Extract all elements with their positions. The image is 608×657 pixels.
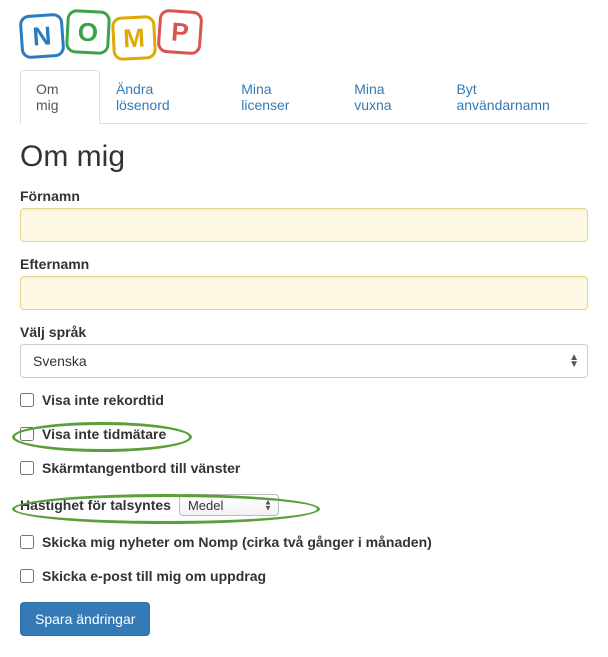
logo: N O M P	[20, 10, 588, 64]
tab-andra-losenord[interactable]: Ändra lösenord	[100, 70, 225, 124]
save-button[interactable]: Spara ändringar	[20, 602, 150, 636]
logo-letter-n: N	[19, 13, 66, 60]
tab-om-mig[interactable]: Om mig	[20, 70, 100, 124]
hide-record-checkbox[interactable]	[20, 393, 34, 407]
lastname-label: Efternamn	[20, 256, 588, 272]
lastname-input[interactable]	[20, 276, 588, 310]
language-select[interactable]: Svenska ▲▼	[20, 344, 588, 378]
logo-letter-m: M	[111, 15, 157, 61]
nav-tabs: Om mig Ändra lösenord Mina licenser Mina…	[20, 70, 588, 124]
tab-mina-vuxna[interactable]: Mina vuxna	[338, 70, 440, 124]
language-label: Välj språk	[20, 324, 588, 340]
hide-timer-label: Visa inte tidmätare	[42, 426, 166, 442]
tab-mina-licenser[interactable]: Mina licenser	[225, 70, 338, 124]
hide-timer-checkbox[interactable]	[20, 427, 34, 441]
tts-speed-label: Hastighet för talsyntes	[20, 497, 171, 513]
firstname-input[interactable]	[20, 208, 588, 242]
keyboard-left-label: Skärmtangentbord till vänster	[42, 460, 240, 476]
tts-speed-value: Medel	[188, 498, 223, 513]
email-assignments-checkbox[interactable]	[20, 569, 34, 583]
tts-speed-select[interactable]: Medel ▲▼	[179, 494, 279, 516]
logo-letter-p: P	[157, 9, 204, 56]
newsletter-label: Skicka mig nyheter om Nomp (cirka två gå…	[42, 534, 432, 550]
chevron-updown-icon: ▲▼	[569, 354, 579, 368]
keyboard-left-checkbox[interactable]	[20, 461, 34, 475]
chevron-updown-icon: ▲▼	[264, 499, 272, 510]
page-title: Om mig	[20, 140, 588, 174]
tab-byt-anvandarnamn[interactable]: Byt användarnamn	[440, 70, 588, 124]
newsletter-checkbox[interactable]	[20, 535, 34, 549]
email-assignments-label: Skicka e-post till mig om uppdrag	[42, 568, 266, 584]
hide-record-label: Visa inte rekordtid	[42, 392, 164, 408]
firstname-label: Förnamn	[20, 188, 588, 204]
language-value: Svenska	[33, 353, 87, 369]
logo-letter-o: O	[65, 9, 111, 55]
